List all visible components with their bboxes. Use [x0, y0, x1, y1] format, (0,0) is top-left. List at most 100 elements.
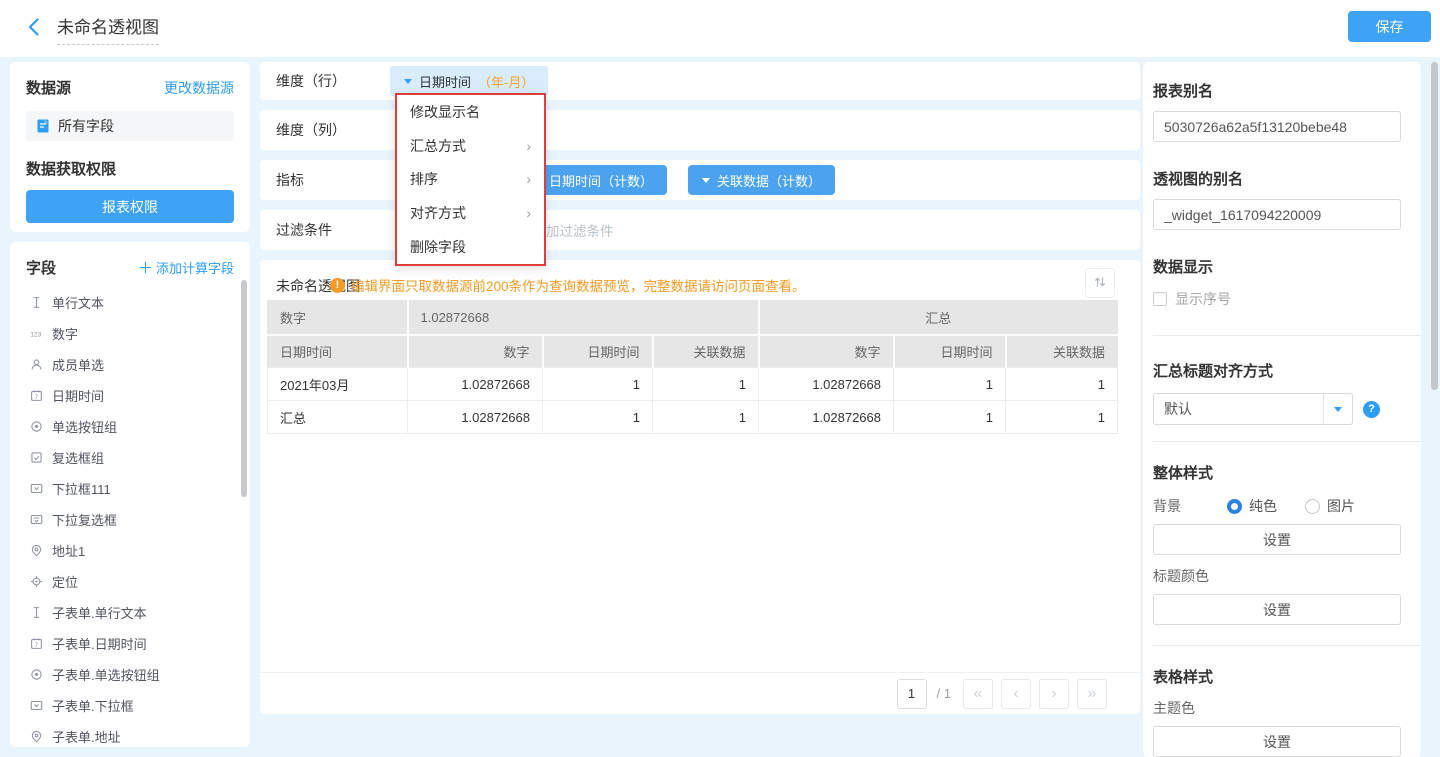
field-item-address1[interactable]: 地址1 — [10, 535, 250, 566]
field-item-sub-address[interactable]: 子表单.地址 — [10, 721, 250, 747]
solid-color-label[interactable]: 纯色 — [1249, 496, 1277, 516]
sort-toggle-button[interactable] — [1085, 268, 1115, 298]
radio-image[interactable] — [1305, 499, 1320, 514]
theme-color-set-button[interactable]: 设置 — [1153, 726, 1401, 757]
address-icon — [30, 730, 43, 743]
background-label: 背景 — [1153, 496, 1181, 516]
datasource-title: 数据源 — [26, 77, 71, 98]
background-set-button[interactable]: 设置 — [1153, 524, 1401, 555]
help-icon[interactable]: ? — [1363, 401, 1380, 418]
menu-item-label: 汇总方式 — [410, 136, 466, 156]
add-calc-field-link[interactable]: ＋添加计算字段 — [138, 257, 234, 278]
table-cell: 1.02872668 — [408, 401, 543, 434]
report-alias-label: 报表别名 — [1153, 80, 1401, 101]
radio-solid-color-selected[interactable] — [1227, 499, 1242, 514]
member-icon — [30, 358, 43, 371]
field-item-single-text[interactable]: 单行文本 — [10, 287, 250, 318]
preview-warning: ! 编辑界面只取数据源前200条作为查询数据预览，完整数据请访问页面查看。 — [330, 275, 806, 295]
dimension-chip-datetime[interactable]: 日期时间 （年-月） — [390, 66, 548, 96]
prev-page-button[interactable]: ‹ — [1001, 679, 1031, 709]
page-title[interactable]: 未命名透视图 — [57, 13, 159, 45]
column-header-cell: 日期时间 — [543, 335, 653, 368]
all-fields-label: 所有字段 — [58, 116, 114, 136]
field-label: 日期时间 — [52, 386, 104, 405]
widget-alias-input[interactable] — [1153, 199, 1401, 230]
text-icon — [30, 296, 43, 309]
field-item-datetime[interactable]: 日期时间 — [10, 380, 250, 411]
field-item-sub-datetime[interactable]: 子表单.日期时间 — [10, 628, 250, 659]
show-index-checkbox-row[interactable]: 显示序号 — [1153, 289, 1401, 309]
table-cell: 1 — [1006, 368, 1118, 401]
field-item-sub-single-text[interactable]: 子表单.单行文本 — [10, 597, 250, 628]
table-cell: 1.02872668 — [759, 401, 894, 434]
image-label[interactable]: 图片 — [1327, 496, 1355, 516]
page-input[interactable] — [897, 679, 927, 709]
column-dimension-row[interactable]: 维度（列） — [260, 110, 1140, 150]
top-bar: 未命名透视图 保存 — [0, 0, 1440, 57]
summary-align-select[interactable]: 默认 — [1153, 393, 1353, 425]
field-label: 复选框组 — [52, 448, 104, 467]
field-list-scrollbar[interactable] — [241, 280, 247, 497]
save-button[interactable]: 保存 — [1348, 11, 1431, 42]
metric-chip-datetime-count[interactable]: 日期时间（计数） — [535, 165, 667, 195]
back-button[interactable] — [24, 18, 42, 38]
add-filter-placeholder[interactable]: 加过滤条件 — [546, 220, 614, 240]
page-scrollbar[interactable] — [1431, 62, 1438, 390]
caret-area[interactable] — [1323, 394, 1352, 424]
field-item-dropdown111[interactable]: 下拉框111 — [10, 473, 250, 504]
pivot-table: 数字 1.02872668 汇总 日期时间 数字 日期时间 关联数据 数字 日期… — [267, 300, 1118, 434]
field-context-menu: 修改显示名 汇总方式 › 排序› 对齐方式 › 删除字段 — [395, 93, 546, 266]
number-icon — [30, 327, 43, 340]
group-header-cell: 汇总 — [759, 301, 1118, 335]
all-fields-item[interactable]: 所有字段 — [26, 111, 234, 141]
field-item-member[interactable]: 成员单选 — [10, 349, 250, 380]
plus-icon: ＋ — [138, 257, 153, 278]
back-icon — [28, 18, 39, 36]
field-item-radio-group[interactable]: 单选按钮组 — [10, 411, 250, 442]
chevron-right-icon: › — [526, 138, 531, 154]
checkbox-icon[interactable] — [1153, 292, 1167, 306]
column-dimension-label: 维度（列） — [276, 120, 346, 140]
field-label: 单行文本 — [52, 293, 104, 312]
summary-align-label: 汇总标题对齐方式 — [1153, 360, 1401, 381]
chevron-right-icon: › — [526, 205, 531, 221]
field-item-sub-dropdown[interactable]: 子表单.下拉框 — [10, 690, 250, 721]
field-item-number[interactable]: 数字 — [10, 318, 250, 349]
field-item-dropdown-multi[interactable]: 下拉复选框 — [10, 504, 250, 535]
report-permission-button[interactable]: 报表权限 — [26, 190, 234, 223]
chip-label: 日期时间（计数） — [549, 171, 653, 190]
filter-row[interactable]: 过滤条件 加过滤条件 — [260, 210, 1140, 250]
column-header-row: 日期时间 数字 日期时间 关联数据 数字 日期时间 关联数据 — [268, 335, 1118, 368]
document-icon — [36, 119, 50, 133]
metric-chip-linkdata-count[interactable]: 关联数据（计数） — [688, 165, 835, 195]
column-header-cell: 日期时间 — [268, 335, 408, 368]
menu-item-sort[interactable]: 排序› — [397, 163, 544, 197]
field-item-sub-radio-group[interactable]: 子表单.单选按钮组 — [10, 659, 250, 690]
title-color-set-button[interactable]: 设置 — [1153, 594, 1401, 625]
menu-item-align[interactable]: 对齐方式 › — [397, 196, 544, 230]
widget-alias-label: 透视图的别名 — [1153, 168, 1401, 189]
next-page-button[interactable]: › — [1039, 679, 1069, 709]
field-label: 定位 — [52, 572, 78, 591]
change-datasource-link[interactable]: 更改数据源 — [164, 78, 234, 98]
field-label: 子表单.单选按钮组 — [52, 665, 160, 684]
menu-item-rename[interactable]: 修改显示名 — [397, 95, 544, 129]
menu-item-delete-field[interactable]: 删除字段 — [397, 230, 544, 264]
field-label: 子表单.地址 — [52, 727, 121, 746]
last-page-button[interactable]: » — [1077, 679, 1107, 709]
field-item-checkbox-group[interactable]: 复选框组 — [10, 442, 250, 473]
menu-item-label: 修改显示名 — [410, 102, 480, 122]
report-alias-input[interactable] — [1153, 111, 1401, 142]
address-icon — [30, 544, 43, 557]
first-page-button[interactable]: « — [963, 679, 993, 709]
caret-down-icon — [702, 178, 710, 183]
caret-down-icon — [404, 79, 412, 84]
menu-item-label: 对齐方式 — [410, 203, 466, 223]
table-cell: 1 — [894, 401, 1006, 434]
table-cell: 2021年03月 — [268, 368, 408, 401]
field-item-location[interactable]: 定位 — [10, 566, 250, 597]
group-header-cell: 1.02872668 — [408, 301, 759, 335]
divider — [1153, 441, 1421, 442]
menu-item-summary-method[interactable]: 汇总方式 › — [397, 129, 544, 163]
radio-icon — [30, 420, 43, 433]
